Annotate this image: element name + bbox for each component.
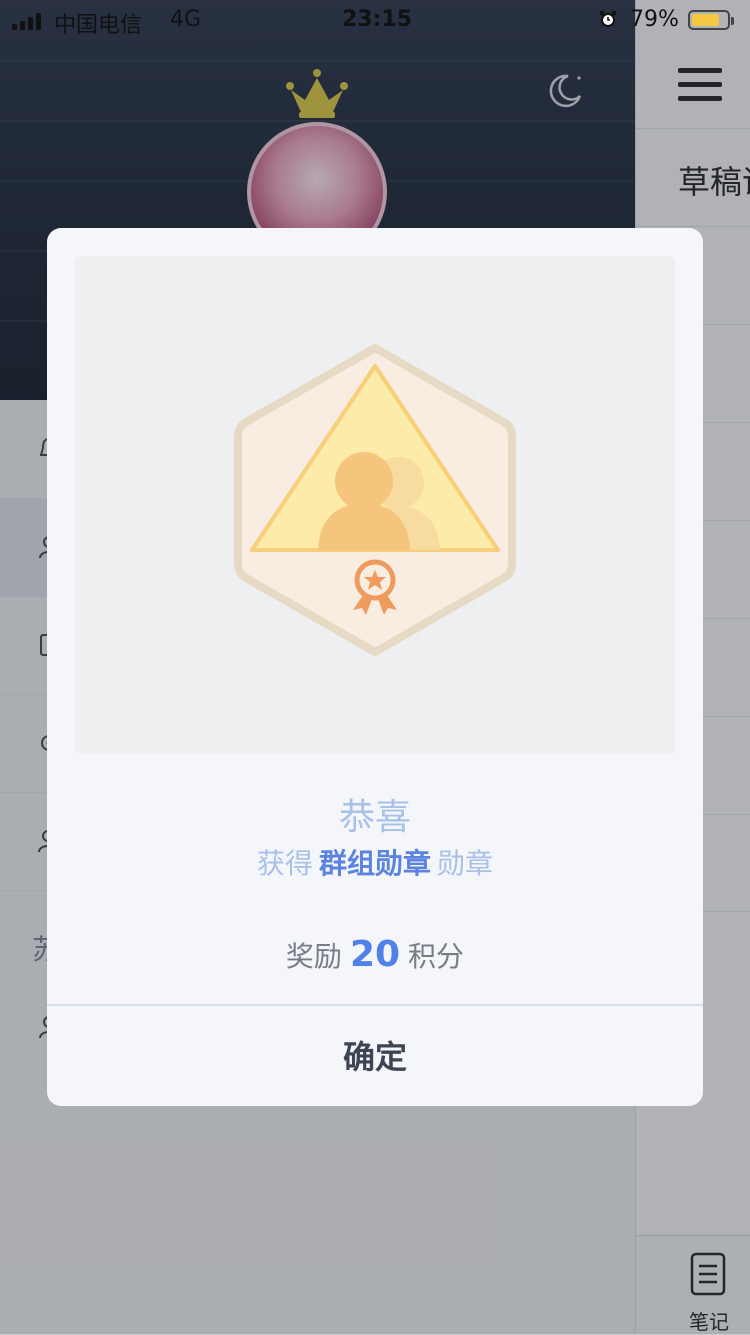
badge-card xyxy=(75,256,675,754)
reward-prefix: 奖励 xyxy=(285,940,342,973)
network-label: 4G xyxy=(170,7,202,32)
carrier-label: 中国电信 xyxy=(54,13,143,38)
reward-suffix: 积分 xyxy=(408,940,465,973)
battery-level xyxy=(692,14,719,26)
subtitle-suffix: 勋章 xyxy=(437,847,494,880)
status-time: 23:15 xyxy=(342,7,413,32)
battery-icon xyxy=(688,10,734,30)
battery-percent: 79% xyxy=(630,7,679,32)
reward-text: 奖励 20 积分 xyxy=(47,934,703,975)
signal-icon xyxy=(12,12,41,30)
dialog-subtitle: 获得 群组勋章 勋章 xyxy=(47,842,703,882)
badge-name: 群组勋章 xyxy=(318,847,431,880)
badge-award-dialog: 恭喜 获得 群组勋章 勋章 奖励 20 积分 确定 xyxy=(47,228,703,1106)
status-bar: 中国电信 4G 23:15 79% xyxy=(0,0,750,40)
reward-points: 20 xyxy=(349,934,401,975)
alarm-icon xyxy=(599,10,617,27)
dialog-title: 恭喜 xyxy=(338,797,411,838)
group-badge-icon xyxy=(234,344,516,656)
subtitle-prefix: 获得 xyxy=(256,847,313,880)
confirm-button[interactable]: 确定 xyxy=(47,1006,703,1106)
